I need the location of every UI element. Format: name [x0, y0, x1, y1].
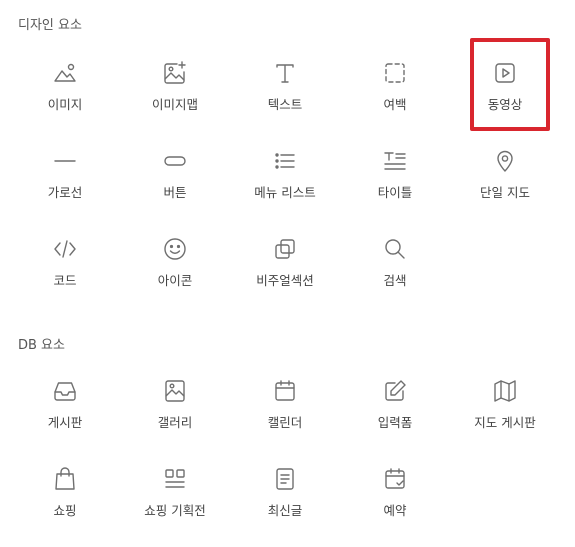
element-label: 코드 [53, 273, 77, 288]
element-menu-list[interactable]: 메뉴 리스트 [230, 140, 340, 228]
shopping-exhibition-icon [162, 466, 188, 492]
element-label: 버튼 [163, 185, 187, 200]
element-title[interactable]: 타이틀 [340, 140, 450, 228]
calendar-check-icon [382, 466, 408, 492]
element-board[interactable]: 게시판 [10, 370, 120, 458]
gallery-icon [162, 378, 188, 404]
element-label: 쇼핑 [53, 503, 77, 518]
smiley-icon [162, 236, 188, 262]
element-single-map[interactable]: 단일 지도 [450, 140, 560, 228]
title-icon [382, 148, 408, 174]
image-icon [52, 60, 78, 86]
element-calendar[interactable]: 캘린더 [230, 370, 340, 458]
element-label: 아이콘 [157, 273, 193, 288]
video-highlight-box [470, 38, 550, 131]
element-search[interactable]: 검색 [340, 228, 450, 316]
spacing-icon [382, 60, 408, 86]
db-elements-grid: 게시판 갤러리 캘린더 입력폼 지도 게시판 쇼핑 쇼핑 기획전 최신글 예약 [10, 370, 560, 546]
element-button[interactable]: 버튼 [120, 140, 230, 228]
map-board-icon [492, 378, 518, 404]
element-label: 타이틀 [377, 185, 413, 200]
element-code[interactable]: 코드 [10, 228, 120, 316]
element-label: 쇼핑 기획전 [144, 503, 206, 518]
element-text[interactable]: 텍스트 [230, 52, 340, 140]
element-visual-section[interactable]: 비주얼섹션 [230, 228, 340, 316]
menu-list-icon [272, 148, 298, 174]
element-shopping[interactable]: 쇼핑 [10, 458, 120, 546]
element-latest-posts[interactable]: 최신글 [230, 458, 340, 546]
element-label: 여백 [383, 97, 407, 112]
element-label: 지도 게시판 [474, 415, 536, 430]
element-label: 비주얼섹션 [256, 273, 314, 288]
calendar-icon [272, 378, 298, 404]
image-map-icon [162, 60, 188, 86]
element-label: 텍스트 [267, 97, 303, 112]
element-gallery[interactable]: 갤러리 [120, 370, 230, 458]
element-spacing[interactable]: 여백 [340, 52, 450, 140]
element-label: 단일 지도 [480, 185, 530, 200]
element-label: 예약 [383, 503, 407, 518]
search-icon [382, 236, 408, 262]
element-input-form[interactable]: 입력폼 [340, 370, 450, 458]
edit-form-icon [382, 378, 408, 404]
element-label: 캘린더 [267, 415, 303, 430]
element-label: 최신글 [267, 503, 303, 518]
element-label: 이미지 [47, 97, 83, 112]
element-label: 게시판 [47, 415, 83, 430]
element-label: 메뉴 리스트 [254, 185, 316, 200]
horizontal-line-icon [52, 148, 78, 174]
text-icon [272, 60, 298, 86]
visual-section-icon [272, 236, 298, 262]
element-label: 이미지맵 [151, 97, 198, 112]
element-label: 입력폼 [377, 415, 413, 430]
map-pin-icon [492, 148, 518, 174]
element-label: 가로선 [47, 185, 83, 200]
element-label: 갤러리 [157, 415, 193, 430]
element-map-board[interactable]: 지도 게시판 [450, 370, 560, 458]
element-image[interactable]: 이미지 [10, 52, 120, 140]
element-reservation[interactable]: 예약 [340, 458, 450, 546]
shopping-bag-icon [52, 466, 78, 492]
code-icon [52, 236, 78, 262]
design-section-title: 디자인 요소 [18, 18, 82, 33]
inbox-icon [52, 378, 78, 404]
db-section-title: DB 요소 [18, 338, 65, 353]
element-image-map[interactable]: 이미지맵 [120, 52, 230, 140]
element-label: 검색 [383, 273, 407, 288]
document-icon [272, 466, 298, 492]
button-icon [162, 148, 188, 174]
element-shopping-exhibition[interactable]: 쇼핑 기획전 [120, 458, 230, 546]
element-icon[interactable]: 아이콘 [120, 228, 230, 316]
element-horizontal-line[interactable]: 가로선 [10, 140, 120, 228]
